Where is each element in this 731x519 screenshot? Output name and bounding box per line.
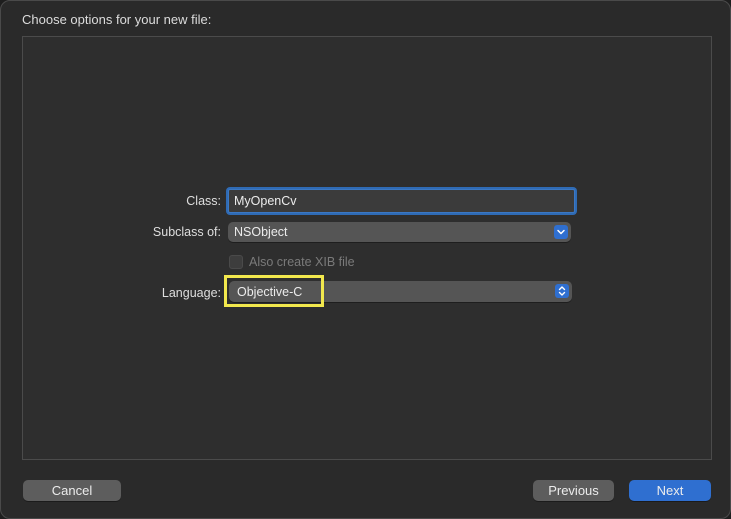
class-label: Class: <box>186 194 221 208</box>
create-xib-checkbox[interactable] <box>229 255 243 269</box>
language-label: Language: <box>161 286 221 300</box>
chevron-down-icon <box>554 225 568 239</box>
language-value: Objective-C <box>237 285 303 299</box>
cancel-button[interactable]: Cancel <box>23 480 121 501</box>
chevron-updown-icon <box>555 284 569 298</box>
subclass-label: Subclass of: <box>152 225 221 239</box>
create-xib-label: Also create XIB file <box>249 255 355 269</box>
next-button[interactable]: Next <box>629 480 711 501</box>
options-panel <box>22 36 712 460</box>
class-name-input[interactable] <box>228 189 575 213</box>
new-file-options-sheet: Choose options for your new file: Class:… <box>0 0 731 519</box>
subclass-value: NSObject <box>234 225 288 239</box>
subclass-popup[interactable]: NSObject <box>228 222 571 242</box>
language-popup[interactable]: Objective-C <box>229 281 572 302</box>
previous-button[interactable]: Previous <box>533 480 614 501</box>
sheet-title: Choose options for your new file: <box>22 12 212 27</box>
